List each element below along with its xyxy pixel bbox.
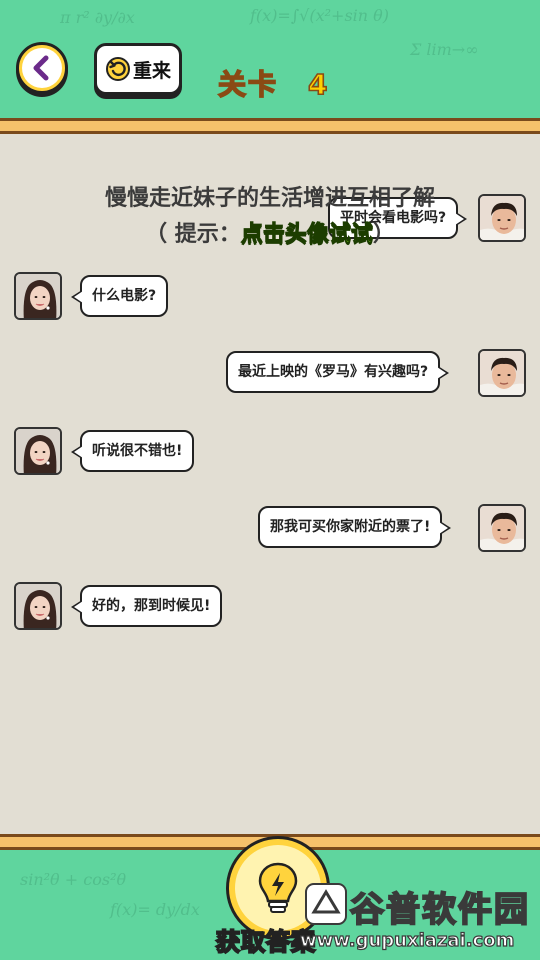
message-text: 那我可买你家附近的票了!: [270, 519, 431, 535]
back-button-face: [22, 48, 62, 88]
retry-button[interactable]: 重来: [94, 43, 182, 95]
background-formula: f(x)= dy/dx: [110, 900, 200, 919]
background-formula: π r² ∂y/∂x: [60, 8, 135, 27]
message-text: 好的，那到时候见!: [92, 598, 211, 614]
refresh-icon: [105, 57, 130, 81]
girl-avatar[interactable]: [14, 582, 62, 630]
watermark-url: www.gupuxiazai.com: [299, 929, 515, 951]
boy-avatar[interactable]: [478, 504, 526, 552]
girl-avatar-image: [16, 584, 60, 628]
hint-close: ）: [372, 222, 395, 247]
chat-bubble: 听说很不错也!: [70, 430, 195, 472]
girl-avatar-image: [16, 429, 60, 473]
background-formula: Σ lim→∞: [410, 40, 479, 59]
girl-avatar-image: [16, 274, 60, 318]
watermark-logo-icon: [305, 883, 347, 925]
background-formula: f(x)=∫√(x²+sin θ): [250, 6, 390, 25]
lightbulb-icon: [258, 862, 298, 913]
level-prefix: 关卡: [217, 67, 279, 102]
background-formula: sin²θ + cos²θ: [20, 870, 127, 889]
boy-avatar-image: [480, 351, 524, 395]
watermark-title: 谷普软件园: [349, 889, 530, 931]
level-number: 4: [307, 67, 330, 102]
message-text: 什么电影?: [92, 288, 157, 304]
hint-highlight: 点击头像试试: [240, 222, 373, 248]
watermark: 谷普软件园 www.gupuxiazai.com: [296, 876, 540, 960]
chat-bubble: 那我可买你家附近的票了!: [258, 506, 452, 548]
girl-avatar[interactable]: [14, 427, 62, 475]
girl-avatar[interactable]: [14, 272, 62, 320]
chat-bubble: 好的，那到时候见!: [70, 585, 223, 627]
puzzle-title: 慢慢走近妹子的生活增进互相了解: [104, 186, 435, 211]
chat-bubble: 最近上映的《罗马》有兴趣吗?: [226, 351, 450, 393]
chat-bubble: 什么电影?: [70, 275, 169, 317]
boy-avatar[interactable]: [478, 349, 526, 397]
retry-label: 重来: [132, 59, 171, 82]
back-button[interactable]: [16, 42, 68, 94]
puzzle-hint: （ 提示：点击头像试试）: [0, 216, 540, 248]
chevron-left-icon: [33, 55, 49, 81]
boy-avatar-image: [480, 506, 524, 550]
level-indicator: 关卡 4: [217, 63, 330, 103]
message-text: 最近上映的《罗马》有兴趣吗?: [238, 364, 429, 380]
header-border: [0, 118, 540, 134]
message-text: 听说很不错也!: [92, 443, 183, 459]
hint-open: （ 提示：: [145, 222, 241, 247]
